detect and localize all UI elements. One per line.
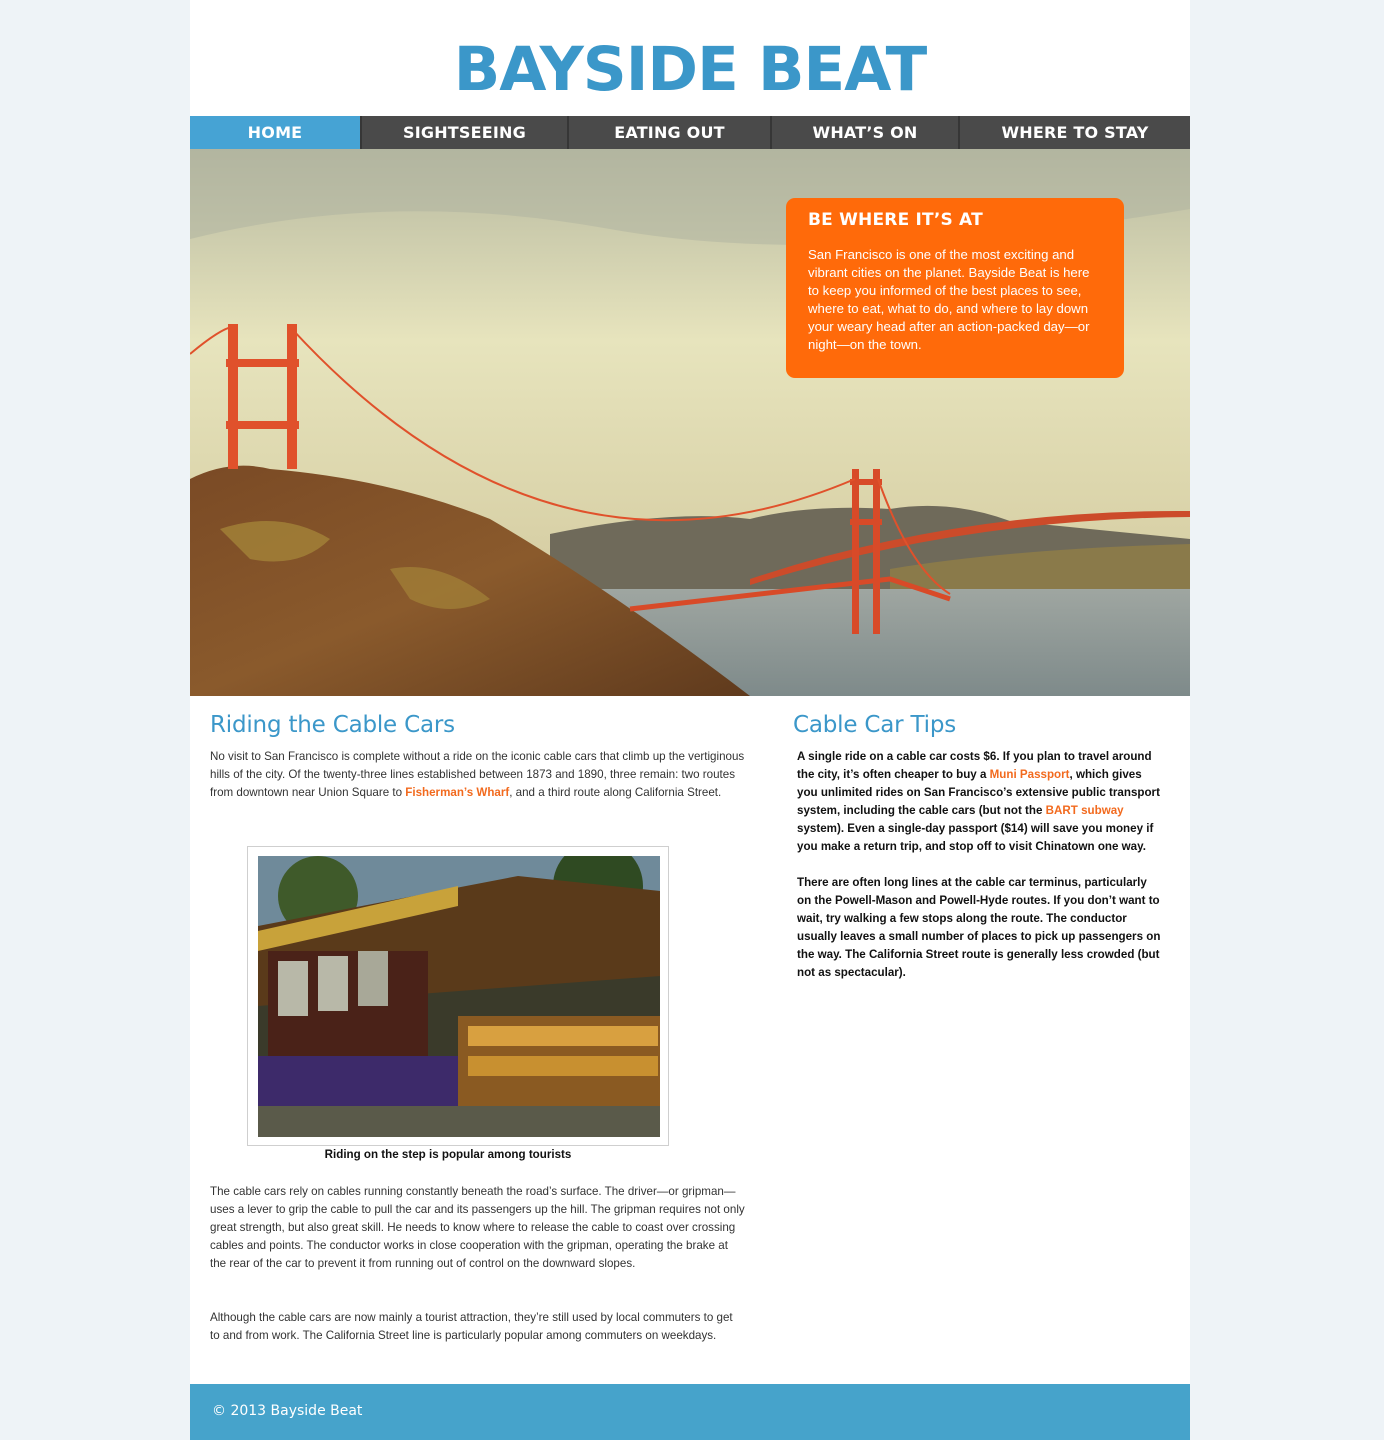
callout-box: BE WHERE IT’S AT San Francisco is one of… bbox=[786, 198, 1124, 378]
callout-title: BE WHERE IT’S AT bbox=[808, 210, 983, 230]
tips-paragraph-2: There are often long lines at the cable … bbox=[797, 876, 1161, 979]
callout-text: San Francisco is one of the most excitin… bbox=[808, 247, 1090, 352]
nav-where-to-stay[interactable]: WHERE TO STAY bbox=[958, 116, 1190, 149]
sidebar-tips: Cable Car Tips A single ride on a cable … bbox=[793, 712, 1163, 1000]
article-paragraph-2: The cable cars rely on cables running co… bbox=[210, 1185, 745, 1270]
article-heading: Riding the Cable Cars bbox=[210, 712, 455, 738]
copyright-text: © 2013 Bayside Beat bbox=[212, 1403, 363, 1419]
hero-banner: BE WHERE IT’S AT San Francisco is one of… bbox=[190, 149, 1190, 696]
main-article: Riding the Cable Cars No visit to San Fr… bbox=[210, 712, 745, 802]
site-footer: © 2013 Bayside Beat bbox=[190, 1384, 1190, 1440]
bart-subway-link[interactable]: BART subway bbox=[1046, 804, 1124, 817]
article-paragraph-1: No visit to San Francisco is complete wi… bbox=[210, 748, 745, 802]
nav-whats-on[interactable]: WHAT’S ON bbox=[770, 116, 958, 149]
cable-car-figure bbox=[247, 846, 669, 1146]
tips-heading: Cable Car Tips bbox=[793, 712, 957, 738]
article-paragraph-3: Although the cable cars are now mainly a… bbox=[210, 1311, 733, 1342]
fishermans-wharf-link[interactable]: Fisherman’s Wharf bbox=[405, 786, 509, 799]
nav-eating-out[interactable]: EATING OUT bbox=[567, 116, 770, 149]
p1-text-after: , and a third route along California Str… bbox=[509, 786, 722, 799]
page: BAYSIDE BEAT HOME SIGHTSEEING EATING OUT… bbox=[190, 0, 1190, 1440]
tips-text-c: system). Even a single-day passport ($14… bbox=[797, 822, 1154, 853]
main-nav: HOME SIGHTSEEING EATING OUT WHAT’S ON WH… bbox=[190, 116, 1190, 149]
tips-paragraph-1: A single ride on a cable car costs $6. I… bbox=[793, 748, 1163, 856]
nav-sightseeing[interactable]: SIGHTSEEING bbox=[360, 116, 567, 149]
figure-caption: Riding on the step is popular among tour… bbox=[324, 1148, 572, 1161]
cable-car-photo bbox=[258, 856, 660, 1137]
nav-home[interactable]: HOME bbox=[190, 116, 360, 149]
muni-passport-link[interactable]: Muni Passport bbox=[990, 768, 1070, 781]
site-title[interactable]: BAYSIDE BEAT bbox=[190, 34, 1190, 105]
cable-car-photo-icon bbox=[258, 856, 660, 1137]
